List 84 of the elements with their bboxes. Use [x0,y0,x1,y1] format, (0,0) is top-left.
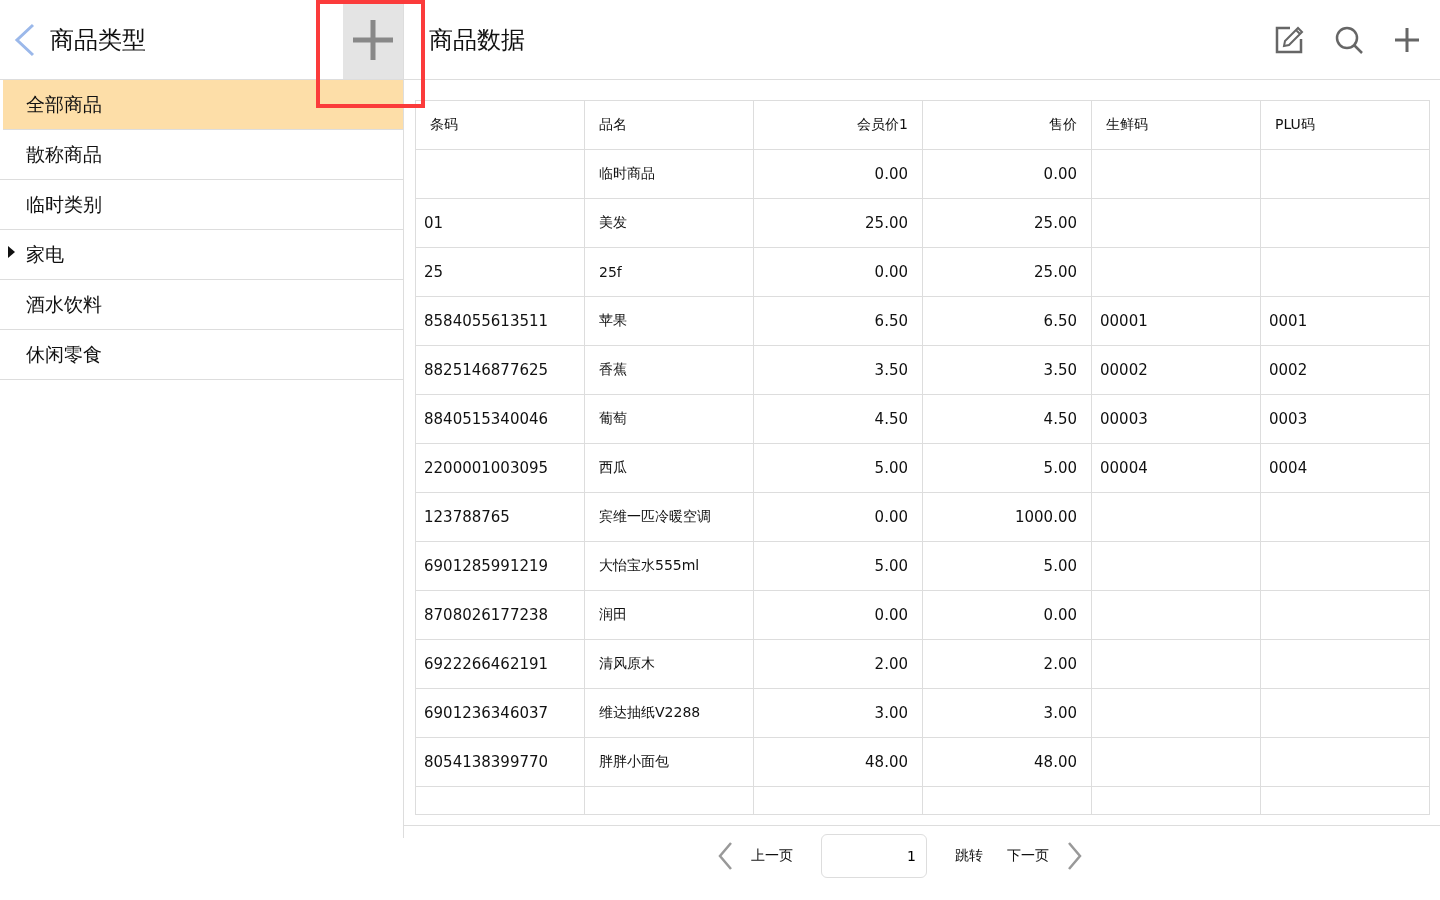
table-cell: 胖胖小面包 [599,753,669,769]
table-cell: 00003 [1100,410,1148,428]
add-icon[interactable] [1394,26,1420,53]
prev-chevron-icon[interactable] [717,841,733,871]
table-cell: 48.00 [1034,753,1077,771]
table-cell: 8840515340046 [424,410,549,428]
category-item[interactable]: 全部商品 [3,80,403,130]
table-cell: 0.00 [1043,165,1077,183]
edit-icon[interactable] [1274,24,1304,55]
category-item[interactable]: 散称商品 [0,130,403,180]
category-item[interactable]: 临时类别 [0,180,403,230]
table-cell: 大怡宝水555ml [599,557,700,573]
table-cell: 25.00 [865,214,908,232]
panel-title: 商品类型 [50,24,147,56]
table-cell: 0002 [1269,361,1308,379]
page-input[interactable]: 1 [821,834,927,878]
table-cell: 4.50 [1043,410,1077,428]
table-cell: 2.00 [1043,655,1077,673]
table-cell: 5.00 [874,459,908,477]
table-cell: 8054138399770 [424,753,549,771]
table-cell: 6901236346037 [424,704,549,722]
table-cell: 3.50 [1043,361,1077,379]
category-item[interactable]: 家电 [0,230,403,280]
table-cell: 6901285991219 [424,557,549,575]
table-cell: 维达抽纸V2288 [599,704,701,720]
category-item[interactable]: 酒水饮料 [0,280,403,330]
table-cell: 西瓜 [599,459,627,475]
table-cell: 苹果 [599,312,627,328]
table-cell: 0003 [1269,410,1308,428]
table-cell: 8584055613511 [424,312,549,330]
column-header: 生鲜码 [1091,100,1261,150]
table-cell: 清风原木 [599,655,655,671]
jump-button[interactable]: 跳转 [949,843,989,869]
table-cell: 葡萄 [599,410,627,426]
table-cell: 0.00 [1043,606,1077,624]
table-cell: 6.50 [874,312,908,330]
column-header: PLU码 [1260,100,1430,150]
table-cell: 00001 [1100,312,1148,330]
plus-icon [351,17,395,62]
table-cell: 美发 [599,214,627,230]
table-cell: 2200001003095 [424,459,549,477]
table-cell: 3.50 [874,361,908,379]
table-cell: 123788765 [424,508,510,526]
content-title: 商品数据 [429,24,526,56]
table-cell: 临时商品 [599,165,655,181]
table-cell: 01 [424,214,444,232]
next-page-button[interactable]: 下一页 [1001,843,1055,869]
column-header: 条码 [415,100,585,150]
table-cell: 宾维一匹冷暖空调 [599,508,711,524]
table-cell: 48.00 [865,753,908,771]
prev-page-button[interactable]: 上一页 [745,843,799,869]
table-cell: 5.00 [1043,459,1077,477]
table-cell: 3.00 [874,704,908,722]
next-chevron-icon[interactable] [1067,841,1083,871]
table-cell: 25 [424,263,444,281]
table-cell: 香蕉 [599,361,627,377]
table-cell: 0001 [1269,312,1308,330]
search-icon[interactable] [1334,24,1364,55]
table-cell: 2.00 [874,655,908,673]
table-cell: 3.00 [1043,704,1077,722]
table-cell: 4.50 [874,410,908,428]
table-cell: 00004 [1100,459,1148,477]
table-cell: 8825146877625 [424,361,549,379]
table-cell: 0.00 [874,508,908,526]
table-cell: 0.00 [874,165,908,183]
table-cell: 25f [599,264,622,280]
column-header: 品名 [584,100,754,150]
table-cell: 5.00 [1043,557,1077,575]
table-cell: 25.00 [1034,214,1077,232]
table-cell: 6.50 [1043,312,1077,330]
table-cell: 25.00 [1034,263,1077,281]
table-cell: 1000.00 [1014,508,1077,526]
table-cell: 润田 [599,606,627,622]
expand-triangle-icon[interactable] [8,246,15,258]
table-cell: 5.00 [874,557,908,575]
table-cell: 8708026177238 [424,606,549,624]
table-cell: 00002 [1100,361,1148,379]
column-header: 售价 [922,100,1092,150]
table-cell: 0.00 [874,606,908,624]
category-item[interactable]: 休闲零食 [0,330,403,380]
table-cell: 6922266462191 [424,655,549,673]
column-header: 会员价1 [753,100,923,150]
table-cell: 0004 [1269,459,1308,477]
table-cell: 0.00 [874,263,908,281]
